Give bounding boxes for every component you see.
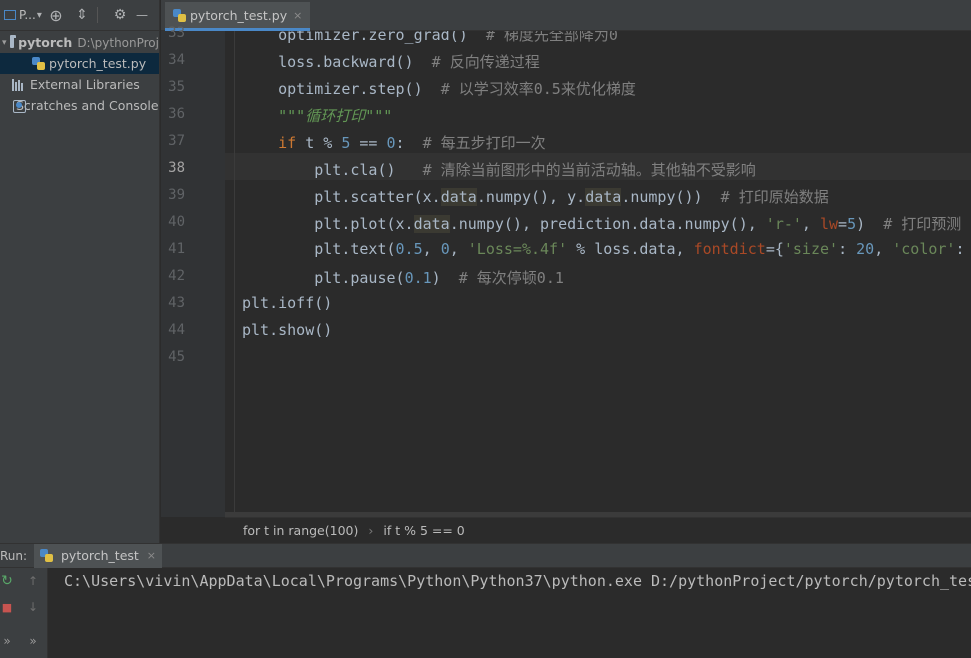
locate-target-icon[interactable]: ⊕ [42,0,70,31]
line-number: 37 [168,133,185,149]
code-line-36: """循环打印""" [242,107,393,125]
tree-item-label: External Libraries [30,77,140,92]
code-line-39: plt.scatter(x.data.numpy(), y.data.numpy… [242,188,829,206]
console-output[interactable]: C:\Users\vivin\AppData\Local\Programs\Py… [64,572,971,590]
run-label: Run: [0,548,28,563]
tree-item-pytorch-test[interactable]: pytorch_test.py [0,53,159,74]
line-number: 36 [168,106,185,122]
scroll-up-icon[interactable]: ↑ [26,574,40,588]
breadcrumb-separator: › [368,523,374,538]
python-file-icon [32,57,45,70]
code-line-41: plt.text(0.5, 0, 'Loss=%.4f' % loss.data… [242,240,965,258]
tree-item-scratches[interactable]: Scratches and Consoles [0,95,159,116]
indent-guide [234,31,235,517]
project-panel: P... ▾ ⊕ ⇕ ⚙ — ▾ pytorch D:\pythonProj p… [0,0,160,543]
run-header: Run: pytorch_test × [0,543,971,568]
code-line-42: plt.pause(0.1) # 每次停顿0.1 [242,269,564,287]
code-line-44: plt.show() [242,321,333,339]
more-icon[interactable]: » [26,634,40,648]
editor-tab-label: pytorch_test.py [190,7,288,23]
project-toolbar: P... ▾ ⊕ ⇕ ⚙ — [0,0,159,31]
run-panel: Run: pytorch_test × ↻ ↑ ■ ↓ » » C:\Users… [0,543,971,658]
code-line-35: optimizer.step() # 以学习效率0.5来优化梯度 [242,80,636,98]
code-line-43: plt.ioff() [242,294,333,312]
line-number: 34 [168,52,185,68]
run-tab-pytorch-test[interactable]: pytorch_test × [34,543,163,568]
code-line-40: plt.plot(x.data.numpy(), prediction.data… [242,215,962,233]
run-toolbar: ↻ ↑ ■ ↓ » » [0,568,48,658]
editor-tab-bar: pytorch_test.py × [161,0,971,31]
project-tree: ▾ pytorch D:\pythonProj pytorch_test.py … [0,31,159,116]
line-number: 42 [168,268,185,284]
line-number: 39 [168,187,185,203]
breadcrumb-item[interactable]: for t in range(100) [243,523,358,538]
code-line-38: plt.cla() # 清除当前图形中的当前活动轴。其他轴不受影响 [242,161,756,179]
line-number: 41 [168,241,185,257]
library-icon [12,78,26,91]
python-file-icon [173,8,186,22]
tree-item-label: Scratches and Consoles [16,98,159,113]
tree-item-label: pytorch [18,35,73,50]
python-icon [40,549,53,562]
gear-icon[interactable]: ⚙ [110,0,130,31]
breadcrumb-item[interactable]: if t % 5 == 0 [383,523,464,538]
project-view-icon [4,10,16,20]
line-number: 43 [168,295,185,311]
tree-item-path: D:\pythonProj [77,35,159,50]
line-number: 40 [168,214,185,230]
close-icon[interactable]: × [293,9,302,22]
code-line-34: loss.backward() # 反向传递过程 [242,53,540,71]
tree-item-external-libraries[interactable]: External Libraries [0,74,159,95]
scroll-down-icon[interactable]: ↓ [26,600,40,614]
code-line-37: if t % 5 == 0: # 每五步打印一次 [278,134,546,152]
line-number: 35 [168,79,185,95]
line-number: 33 [168,25,185,41]
tree-item-label: pytorch_test.py [49,56,147,71]
tree-item-pytorch[interactable]: ▾ pytorch D:\pythonProj [0,32,159,53]
line-number: 44 [168,322,185,338]
run-tab-label: pytorch_test [61,548,139,563]
hide-panel-icon[interactable]: — [130,0,154,31]
folder-icon [9,35,16,48]
breadcrumb: for t in range(100) › if t % 5 == 0 [225,517,971,543]
expand-arrow-icon[interactable]: ▾ [2,38,7,48]
line-number-current: 38 [168,160,185,176]
line-number: 45 [168,349,185,365]
line-number-gutter: 33 34 35 36 37 38 39 40 41 42 43 44 45 [161,25,239,517]
project-view-dropdown[interactable]: P... ▾ [0,0,42,31]
stop-icon[interactable]: ■ [0,600,14,614]
toolbar-divider [97,7,107,23]
collapse-all-icon[interactable]: ⇕ [70,0,94,31]
code-editor[interactable]: optimizer.zero_grad() # 梯度先全部降为0 loss.ba… [225,31,971,517]
code-line-33: optimizer.zero_grad() # 梯度先全部降为0 [242,31,618,44]
editor-tab-pytorch-test[interactable]: pytorch_test.py × [165,2,311,31]
rerun-icon[interactable]: ↻ [0,573,14,589]
more-icon[interactable]: » [0,634,14,648]
project-view-label: P... [19,8,36,22]
close-icon[interactable]: × [147,549,156,562]
